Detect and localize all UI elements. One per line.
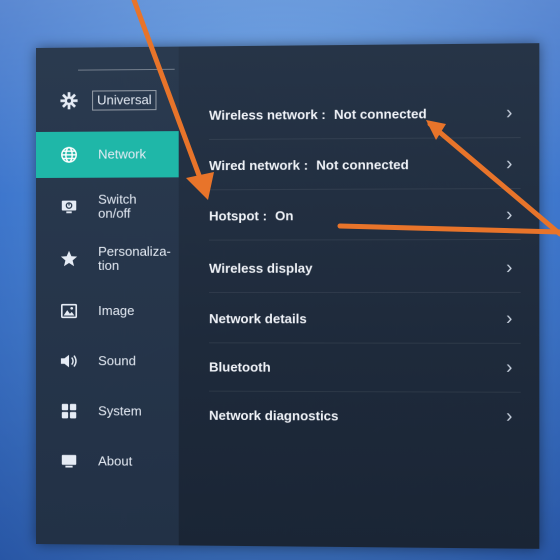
row-value: Not connected: [316, 156, 409, 173]
row-text: Network details: [209, 311, 307, 326]
sidebar-item-image[interactable]: Image: [36, 288, 179, 334]
row-bluetooth[interactable]: Bluetooth ›: [209, 342, 521, 393]
chevron-right-icon: ›: [506, 101, 513, 123]
row-label: Network diagnostics: [209, 407, 339, 423]
row-label: Wireless display: [209, 260, 313, 276]
globe-icon: [58, 144, 80, 166]
row-label: Wireless network :: [209, 106, 326, 123]
chevron-right-icon: ›: [506, 203, 513, 225]
row-text: Wireless display: [209, 260, 312, 275]
chevron-right-icon: ›: [506, 356, 513, 377]
sidebar-item-label: Image: [98, 303, 135, 319]
sidebar-item-label: Universal: [92, 90, 157, 111]
gear-icon: [58, 90, 80, 112]
chevron-right-icon: ›: [506, 152, 513, 174]
row-text: Hotspot : On: [209, 208, 293, 223]
row-wireless-network[interactable]: Wireless network : Not connected ›: [209, 88, 521, 140]
sidebar-item-switch-on-off[interactable]: Switch on/off: [36, 183, 179, 230]
row-label: Network details: [209, 310, 307, 326]
sidebar-item-network[interactable]: Network: [36, 131, 179, 178]
sidebar-item-label: Sound: [98, 353, 136, 369]
sidebar-item-system[interactable]: System: [36, 388, 179, 435]
sidebar-item-sound[interactable]: Sound: [36, 338, 179, 384]
row-network-diagnostics[interactable]: Network diagnostics ›: [209, 391, 521, 441]
grid-icon: [58, 400, 80, 422]
sidebar-item-about[interactable]: About: [36, 438, 179, 485]
sidebar-item-label: System: [98, 403, 142, 419]
chevron-right-icon: ›: [506, 307, 513, 329]
row-text: Wireless network : Not connected: [209, 106, 427, 123]
row-label: Hotspot :: [209, 207, 267, 224]
sidebar-item-label: Network: [98, 146, 147, 162]
sidebar-item-label: Switch on/off: [98, 191, 137, 221]
sidebar-divider: [78, 68, 175, 71]
row-wireless-display[interactable]: Wireless display ›: [209, 243, 521, 293]
row-label: Wired network :: [209, 157, 309, 173]
row-wired-network[interactable]: Wired network : Not connected ›: [209, 139, 521, 191]
row-value: Not connected: [333, 105, 427, 122]
star-icon: [58, 248, 80, 270]
monitor-icon: [58, 450, 80, 472]
sidebar-item-label: About: [98, 453, 133, 469]
power-monitor-icon: [58, 196, 80, 218]
network-settings-list: Wireless network : Not connected › Wired…: [179, 43, 540, 549]
row-value: On: [275, 207, 294, 223]
row-label: Bluetooth: [209, 358, 271, 375]
sidebar: Universal Network Switch on/off Personal…: [36, 46, 179, 546]
sidebar-item-universal[interactable]: Universal: [36, 77, 179, 124]
speaker-icon: [58, 350, 80, 372]
image-icon: [58, 300, 80, 322]
chevron-right-icon: ›: [506, 405, 513, 426]
row-text: Bluetooth: [209, 359, 271, 374]
row-text: Wired network : Not connected: [209, 157, 409, 173]
sidebar-item-personalization[interactable]: Personaliza- tion: [36, 236, 179, 282]
chevron-right-icon: ›: [506, 256, 513, 278]
settings-panel: Universal Network Switch on/off Personal…: [36, 43, 540, 549]
sidebar-item-label: Personaliza- tion: [98, 243, 171, 273]
row-hotspot[interactable]: Hotspot : On ›: [209, 190, 521, 241]
row-network-details[interactable]: Network details ›: [209, 293, 521, 344]
row-text: Network diagnostics: [209, 407, 338, 423]
